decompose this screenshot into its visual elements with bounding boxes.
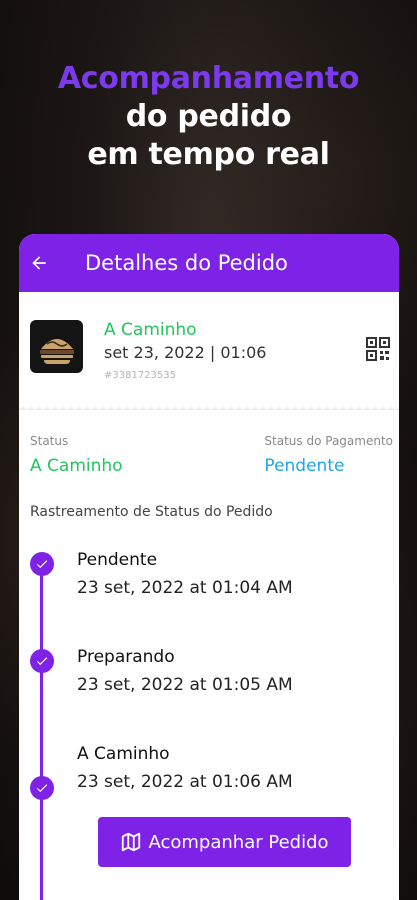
check-icon xyxy=(30,552,54,576)
page-title: Detalhes do Pedido xyxy=(85,251,288,275)
order-status: A Caminho xyxy=(104,320,197,340)
status-row: Status A Caminho Status do Pagamento Pen… xyxy=(19,410,399,476)
order-status-block: Status A Caminho xyxy=(30,434,123,476)
app-bar: Detalhes do Pedido xyxy=(19,234,399,292)
promo-line-2: do pedido xyxy=(125,99,292,134)
payment-status-value: Pendente xyxy=(264,456,345,476)
payment-status-label: Status do Pagamento xyxy=(264,434,393,448)
tracking-title: Rastreamento de Status do Pedido xyxy=(30,504,273,520)
arrow-left-icon[interactable] xyxy=(29,253,49,273)
order-info: A Caminho set 23, 2022 | 01:06 #33817235… xyxy=(104,320,266,410)
step-name: Pendente xyxy=(77,550,158,570)
check-icon xyxy=(30,776,54,800)
step-time: 23 set, 2022 at 01:04 AM xyxy=(77,578,293,598)
payment-status-block: Status do Pagamento Pendente xyxy=(264,434,393,476)
status-value: A Caminho xyxy=(30,456,123,476)
track-order-button[interactable]: Acompanhar Pedido xyxy=(98,817,351,867)
timeline-line xyxy=(40,564,43,900)
divider xyxy=(19,402,399,410)
promo-headline: Acompanhamento do pedido em tempo real xyxy=(0,60,417,174)
step-time: 23 set, 2022 at 01:05 AM xyxy=(77,675,293,695)
order-card: A Caminho set 23, 2022 | 01:06 #33817235… xyxy=(19,292,399,410)
status-label: Status xyxy=(30,434,69,448)
check-icon xyxy=(30,649,54,673)
step-time: 23 set, 2022 at 01:06 AM xyxy=(77,772,293,792)
order-date: set 23, 2022 | 01:06 xyxy=(104,343,267,362)
phone-screen: Detalhes do Pedido A Caminho set 23, 202… xyxy=(19,234,399,900)
qr-code-icon[interactable] xyxy=(366,337,390,361)
track-order-label: Acompanhar Pedido xyxy=(148,831,329,853)
order-id: #3381723535 xyxy=(104,370,177,381)
step-name: Preparando xyxy=(77,647,175,667)
step-name: A Caminho xyxy=(77,744,170,764)
promo-line-3: em tempo real xyxy=(87,137,330,172)
promo-line-1: Acompanhamento xyxy=(57,61,360,96)
map-icon xyxy=(120,831,142,853)
restaurant-logo xyxy=(30,320,83,373)
